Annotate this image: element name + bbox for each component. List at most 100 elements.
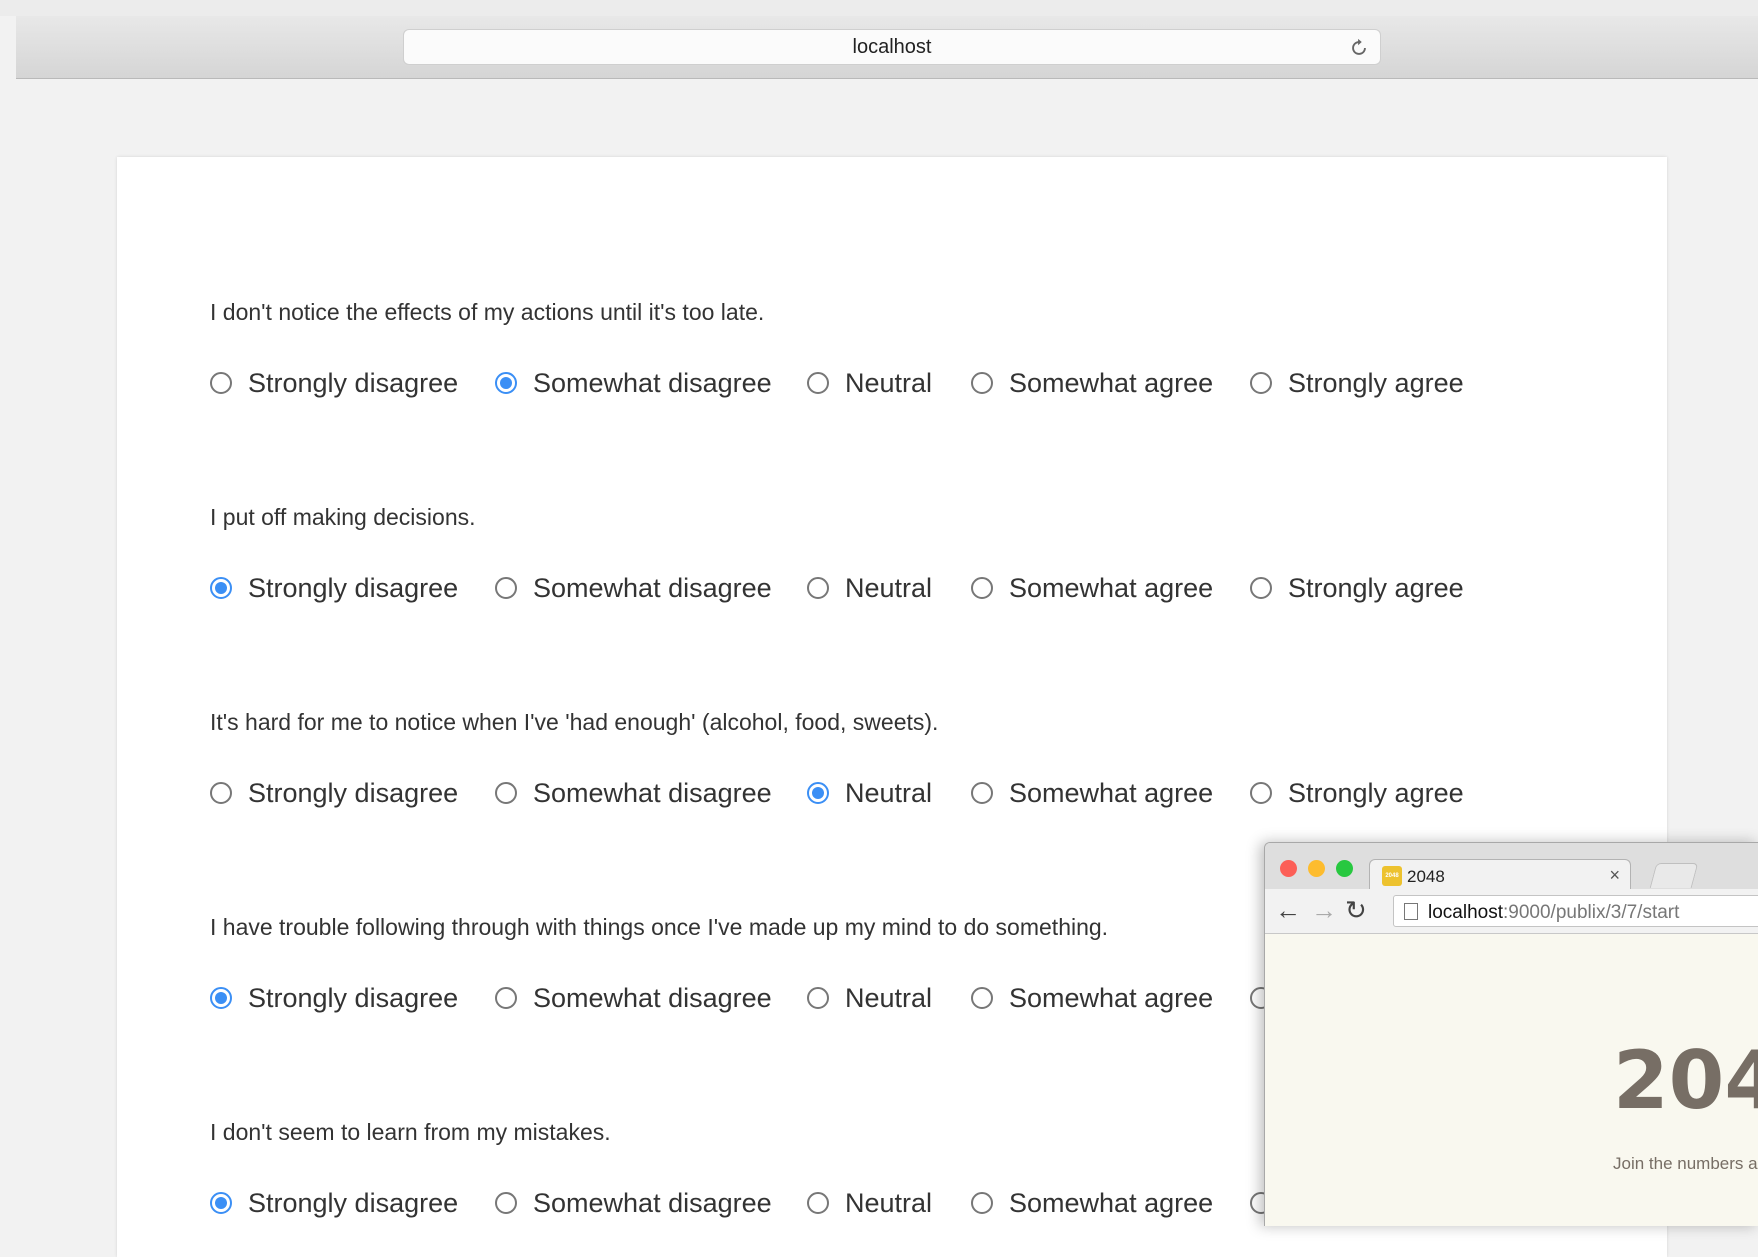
- radio-label: Somewhat disagree: [533, 777, 772, 808]
- radio-option[interactable]: Neutral: [807, 1183, 932, 1223]
- radio-option[interactable]: Strongly agree: [1250, 363, 1464, 403]
- forward-arrow-icon[interactable]: →: [1311, 897, 1337, 923]
- radio-button[interactable]: [971, 577, 993, 599]
- reload-icon[interactable]: ↻: [1345, 897, 1367, 923]
- radio-label: Strongly agree: [1288, 777, 1464, 808]
- radio-option[interactable]: Somewhat agree: [971, 773, 1213, 813]
- radio-button[interactable]: [1250, 372, 1272, 394]
- radio-option[interactable]: Strongly disagree: [210, 773, 458, 813]
- radio-option[interactable]: Somewhat agree: [971, 978, 1213, 1018]
- game-title: 2048: [1613, 1034, 1758, 1127]
- overlay-tab-bar: 2048 2048 ×: [1265, 843, 1758, 891]
- radio-label: Strongly disagree: [248, 1187, 459, 1218]
- window-close-button[interactable]: [1280, 860, 1297, 877]
- radio-option[interactable]: Somewhat agree: [971, 568, 1213, 608]
- radio-button[interactable]: [971, 1192, 993, 1214]
- radio-label: Somewhat disagree: [533, 367, 772, 398]
- radio-option[interactable]: Strongly disagree: [210, 363, 458, 403]
- radio-button[interactable]: [210, 372, 232, 394]
- radio-option[interactable]: Neutral: [807, 978, 932, 1018]
- radio-option[interactable]: Somewhat disagree: [495, 978, 772, 1018]
- question-text: I put off making decisions.: [210, 504, 476, 530]
- url-host: localhost: [1428, 902, 1503, 923]
- radio-option[interactable]: Strongly disagree: [210, 1183, 458, 1223]
- radio-button[interactable]: [971, 372, 993, 394]
- radio-label: Strongly disagree: [248, 777, 459, 808]
- radio-label: Neutral: [845, 1187, 933, 1218]
- radio-button[interactable]: [807, 1192, 829, 1214]
- radio-button[interactable]: [495, 1192, 517, 1214]
- radio-button[interactable]: [807, 987, 829, 1009]
- window-maximize-button[interactable]: [1336, 860, 1353, 877]
- radio-label: Strongly disagree: [248, 982, 459, 1013]
- radio-option[interactable]: Somewhat disagree: [495, 1183, 772, 1223]
- url-text: localhost:9000/publix/3/7/start: [1428, 902, 1679, 924]
- address-text: localhost: [852, 35, 932, 58]
- tab-close-icon[interactable]: ×: [1609, 865, 1620, 886]
- radio-option[interactable]: Strongly agree: [1250, 773, 1464, 813]
- radio-button[interactable]: [807, 372, 829, 394]
- survey-question: It's hard for me to notice when I've 'ha…: [210, 707, 1610, 813]
- radio-option[interactable]: Neutral: [807, 568, 932, 608]
- radio-button[interactable]: [971, 987, 993, 1009]
- address-bar[interactable]: localhost: [403, 29, 1381, 65]
- radio-label: Somewhat disagree: [533, 982, 772, 1013]
- radio-button[interactable]: [495, 577, 517, 599]
- radio-label: Strongly agree: [1288, 367, 1464, 398]
- radio-button[interactable]: [495, 782, 517, 804]
- radio-option[interactable]: Neutral: [807, 363, 932, 403]
- radio-button-selected[interactable]: [210, 1192, 232, 1214]
- radio-button-selected[interactable]: [210, 987, 232, 1009]
- radio-button-selected[interactable]: [807, 782, 829, 804]
- radio-label: Somewhat agree: [1009, 982, 1214, 1013]
- radio-button[interactable]: [1250, 782, 1272, 804]
- radio-label: Neutral: [845, 777, 933, 808]
- radio-button[interactable]: [1250, 577, 1272, 599]
- radio-button[interactable]: [971, 782, 993, 804]
- new-tab-button[interactable]: [1649, 863, 1699, 888]
- radio-button[interactable]: [210, 782, 232, 804]
- radio-button[interactable]: [495, 987, 517, 1009]
- reload-icon[interactable]: [1348, 37, 1370, 59]
- radio-option[interactable]: Somewhat agree: [971, 363, 1213, 403]
- overlay-url-bar[interactable]: localhost:9000/publix/3/7/start: [1393, 895, 1758, 927]
- window-minimize-button[interactable]: [1308, 860, 1325, 877]
- radio-group: Strongly disagree Somewhat disagree Neutra…: [210, 568, 1610, 608]
- radio-label: Somewhat disagree: [533, 572, 772, 603]
- radio-button[interactable]: [807, 577, 829, 599]
- radio-option[interactable]: Somewhat disagree: [495, 568, 772, 608]
- radio-label: Neutral: [845, 367, 933, 398]
- game-subtitle: Join the numbers and get to the 2048 til…: [1613, 1154, 1758, 1173]
- radio-label: Somewhat agree: [1009, 367, 1214, 398]
- radio-group: Strongly disagree Somewhat disagree Neutra…: [210, 773, 1610, 813]
- radio-group: Strongly disagree Somewhat disagree Neutra…: [210, 363, 1610, 403]
- survey-question: I don't notice the effects of my actions…: [210, 297, 1610, 403]
- question-text: I don't notice the effects of my actions…: [210, 299, 765, 325]
- radio-label: Strongly disagree: [248, 572, 459, 603]
- back-arrow-icon[interactable]: ←: [1275, 897, 1301, 923]
- radio-label: Neutral: [845, 572, 933, 603]
- game-page: 2048 Join the numbers and get to the 204…: [1265, 934, 1758, 1226]
- overlay-browser-window: 2048 2048 × ← → ↻ localhost:9000/publix/…: [1264, 842, 1758, 1226]
- radio-option[interactable]: Somewhat agree: [971, 1183, 1213, 1223]
- radio-option[interactable]: Strongly agree: [1250, 568, 1464, 608]
- radio-option[interactable]: Somewhat disagree: [495, 773, 772, 813]
- tab-title: 2048: [1407, 867, 1445, 886]
- radio-option[interactable]: Somewhat disagree: [495, 363, 772, 403]
- radio-label: Neutral: [845, 982, 933, 1013]
- survey-question: I put off making decisions. Strongly disa…: [210, 502, 1610, 608]
- radio-button-selected[interactable]: [210, 577, 232, 599]
- page-icon: [1404, 903, 1418, 920]
- url-path: :9000/publix/3/7/start: [1503, 902, 1680, 923]
- radio-option[interactable]: Neutral: [807, 773, 932, 813]
- radio-option[interactable]: Strongly disagree: [210, 568, 458, 608]
- question-text: It's hard for me to notice when I've 'ha…: [210, 709, 939, 735]
- screen-top-strip: [0, 0, 1758, 16]
- radio-option[interactable]: Strongly disagree: [210, 978, 458, 1018]
- browser-tab-2048[interactable]: 2048 2048 ×: [1369, 859, 1631, 891]
- radio-button-selected[interactable]: [495, 372, 517, 394]
- radio-label: Somewhat agree: [1009, 1187, 1214, 1218]
- radio-label: Strongly agree: [1288, 572, 1464, 603]
- radio-label: Somewhat disagree: [533, 1187, 772, 1218]
- browser-toolbar: localhost: [16, 16, 1758, 79]
